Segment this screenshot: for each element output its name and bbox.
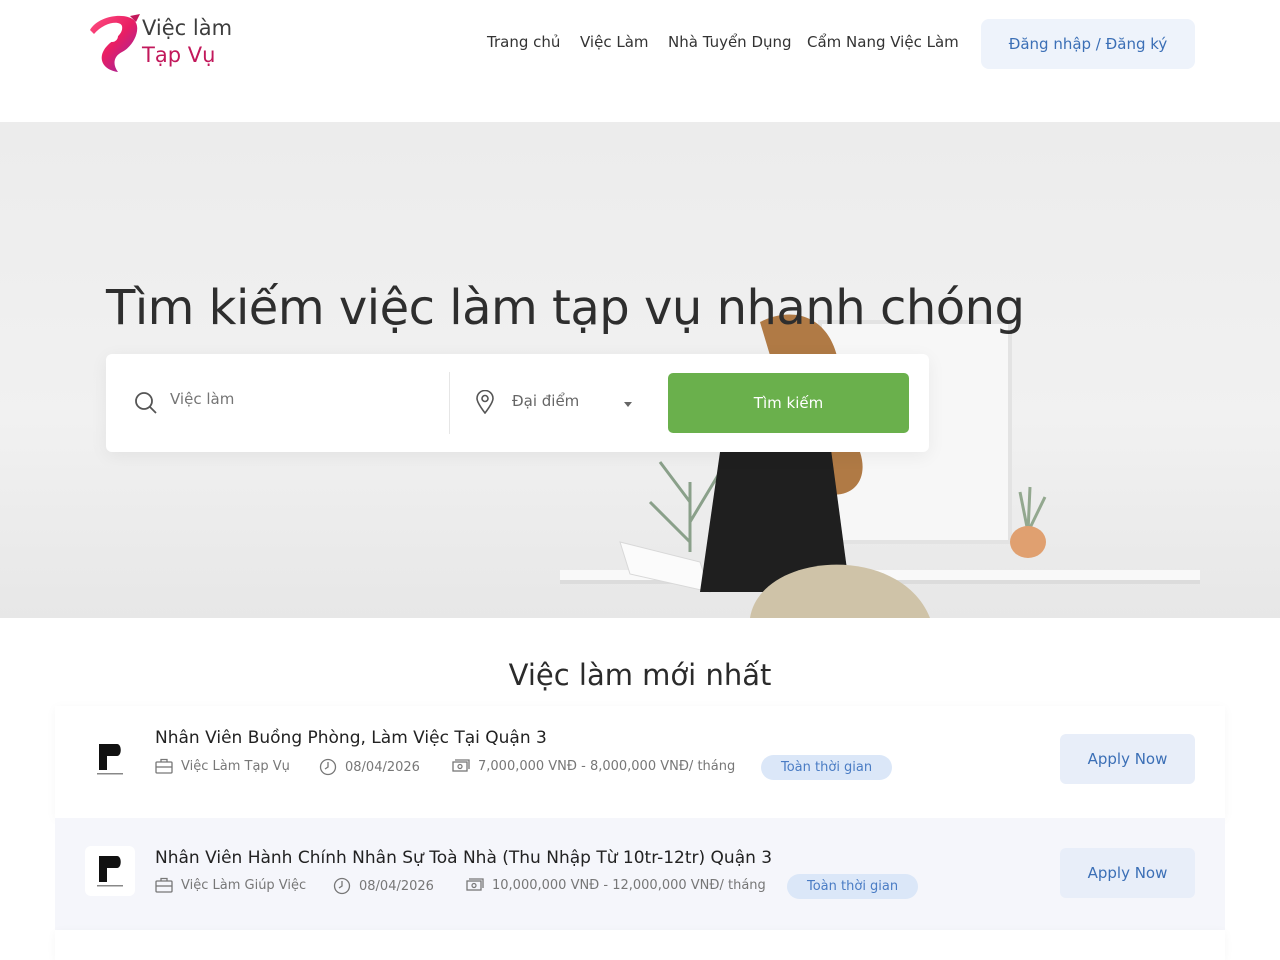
nav-item-jobs[interactable]: Việc Làm	[580, 33, 649, 51]
money-icon	[466, 878, 484, 891]
job-type-badge: Toàn thời gian	[787, 874, 919, 899]
search-divider	[449, 372, 450, 434]
search-button[interactable]: Tìm kiếm	[668, 373, 909, 433]
job-salary-label: 10,000,000 VNĐ - 12,000,000 VNĐ/ tháng	[492, 877, 766, 893]
job-list-item[interactable]	[55, 930, 1225, 960]
logo-mark-icon	[90, 14, 140, 72]
job-type-badge: Toàn thời gian	[761, 755, 893, 780]
logo-text-line1: Việc làm	[142, 16, 233, 40]
job-salary: 7,000,000 VNĐ - 8,000,000 VNĐ/ tháng	[452, 758, 735, 774]
apply-now-button[interactable]: Apply Now	[1060, 734, 1195, 784]
job-category-label: Việc Làm Tạp Vụ	[181, 758, 290, 774]
nav-item-home[interactable]: Trang chủ	[487, 33, 560, 51]
job-date: 08/04/2026	[319, 758, 420, 776]
latest-jobs-heading: Việc làm mới nhất	[508, 658, 772, 692]
clock-icon	[333, 877, 351, 895]
company-logo	[85, 846, 135, 896]
job-category: Việc Làm Tạp Vụ	[155, 758, 290, 774]
search-icon	[134, 391, 158, 419]
job-list-item[interactable]: Nhân Viên Buồng Phòng, Làm Việc Tại Quận…	[55, 706, 1225, 818]
chevron-down-icon[interactable]	[624, 402, 632, 407]
hero-title: Tìm kiếm việc làm tạp vụ nhanh chóng	[106, 280, 1025, 336]
job-keyword-input[interactable]	[170, 390, 430, 408]
job-category: Việc Làm Giúp Việc	[155, 877, 306, 893]
login-register-button[interactable]: Đăng nhập / Đăng ký	[981, 19, 1195, 69]
location-select[interactable]: Đại điểm	[512, 392, 579, 410]
job-category-label: Việc Làm Giúp Việc	[181, 877, 307, 893]
job-date: 08/04/2026	[333, 877, 434, 895]
money-icon	[452, 759, 470, 772]
job-title[interactable]: Nhân Viên Hành Chính Nhân Sự Toà Nhà (Th…	[155, 848, 772, 868]
job-date-label: 08/04/2026	[345, 759, 420, 775]
location-pin-icon	[476, 389, 494, 418]
job-salary-label: 7,000,000 VNĐ - 8,000,000 VNĐ/ tháng	[478, 758, 736, 774]
job-list-item[interactable]: Nhân Viên Hành Chính Nhân Sự Toà Nhà (Th…	[55, 818, 1225, 930]
job-date-label: 08/04/2026	[359, 878, 434, 894]
job-salary: 10,000,000 VNĐ - 12,000,000 VNĐ/ tháng	[466, 877, 766, 893]
company-logo	[85, 734, 135, 784]
nav-item-employers[interactable]: Nhà Tuyển Dụng	[668, 33, 792, 51]
briefcase-icon	[155, 877, 173, 893]
logo-text-line2: Tạp Vụ	[142, 43, 216, 67]
apply-now-button[interactable]: Apply Now	[1060, 848, 1195, 898]
job-search-form: Đại điểm Tìm kiếm	[106, 354, 929, 452]
nav-item-career-guide[interactable]: Cẩm Nang Việc Làm	[807, 33, 959, 51]
site-logo[interactable]: Việc làm Tạp Vụ	[84, 12, 244, 76]
job-title[interactable]: Nhân Viên Buồng Phòng, Làm Việc Tại Quận…	[155, 728, 547, 748]
clock-icon	[319, 758, 337, 776]
hero-banner: Tìm kiếm việc làm tạp vụ nhanh chóng Đại…	[0, 122, 1280, 618]
site-header: Việc làm Tạp Vụ Trang chủ Việc Làm Nhà T…	[0, 0, 1280, 122]
briefcase-icon	[155, 758, 173, 774]
